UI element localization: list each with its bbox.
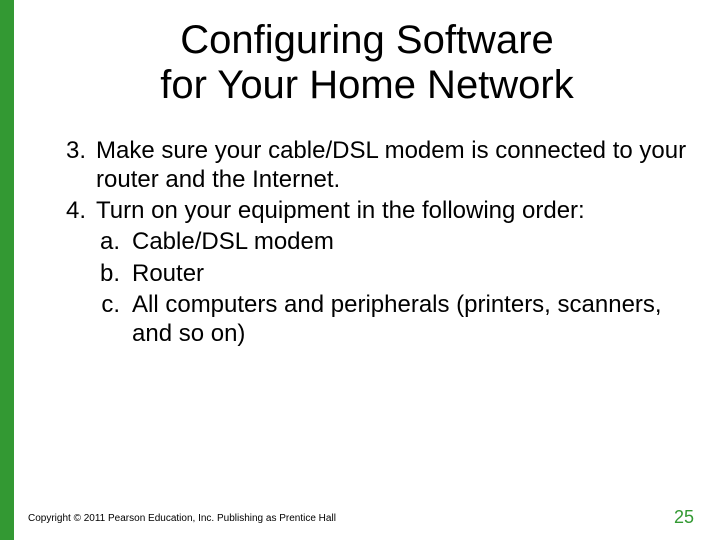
sub-list: a. Cable/DSL modem b. Router c. All comp…: [62, 227, 690, 348]
slide-title: Configuring Software for Your Home Netwo…: [44, 18, 690, 108]
content-area: 3. Make sure your cable/DSL modem is con…: [44, 136, 690, 349]
sub-list-marker: c.: [96, 290, 132, 349]
list-item: 4. Turn on your equipment in the followi…: [62, 196, 690, 225]
sub-list-marker: b.: [96, 259, 132, 288]
list-marker: 4.: [62, 196, 96, 225]
slide-body: Configuring Software for Your Home Netwo…: [14, 0, 720, 540]
sub-list-item: c. All computers and peripherals (printe…: [96, 290, 690, 349]
copyright-footer: Copyright © 2011 Pearson Education, Inc.…: [28, 513, 336, 524]
list-marker: 3.: [62, 136, 96, 195]
list-text: Make sure your cable/DSL modem is connec…: [96, 136, 690, 195]
sub-list-text: Cable/DSL modem: [132, 227, 690, 256]
sub-list-text: Router: [132, 259, 690, 288]
sub-list-marker: a.: [96, 227, 132, 256]
sub-list-text: All computers and peripherals (printers,…: [132, 290, 690, 349]
list-item: 3. Make sure your cable/DSL modem is con…: [62, 136, 690, 195]
sub-list-item: b. Router: [96, 259, 690, 288]
list-text: Turn on your equipment in the following …: [96, 196, 690, 225]
sub-list-item: a. Cable/DSL modem: [96, 227, 690, 256]
title-line-2: for Your Home Network: [160, 63, 574, 107]
title-line-1: Configuring Software: [180, 18, 554, 62]
accent-bar: [0, 0, 14, 540]
page-number: 25: [674, 507, 694, 528]
